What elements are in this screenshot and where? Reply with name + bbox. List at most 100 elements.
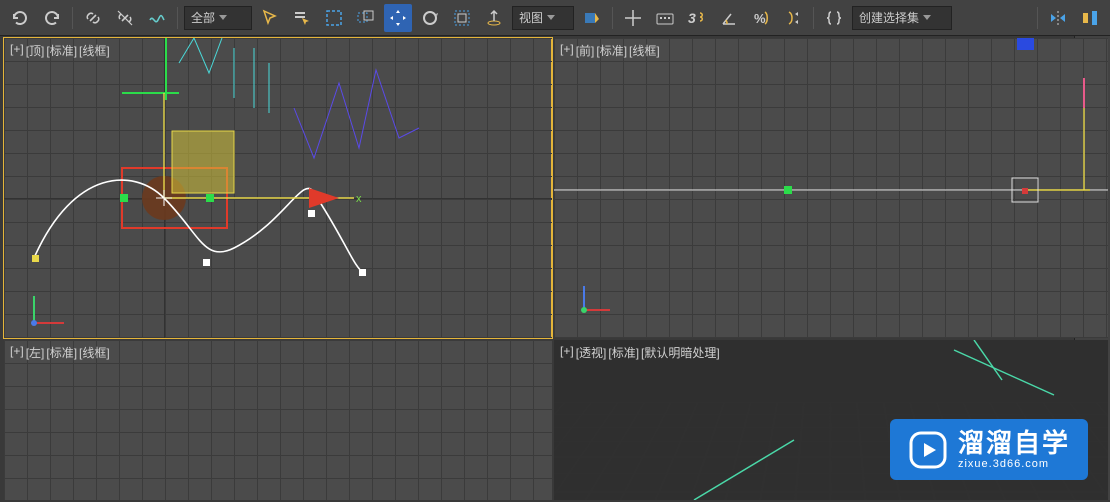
viewport-name[interactable]: [透视] xyxy=(576,344,607,361)
align-button[interactable] xyxy=(1076,4,1104,32)
snap-toggle-button[interactable]: 3 xyxy=(683,4,711,32)
viewport-shading[interactable]: [标准] xyxy=(46,42,77,59)
main-toolbar: 全部 视图 3 % xyxy=(0,0,1110,36)
scale-icon xyxy=(452,8,472,28)
viewport-perspective[interactable]: [+] [透视] [标准] [默认明暗处理] 溜溜自学 zixue.3d66.c… xyxy=(554,340,1108,500)
window-crossing-icon xyxy=(356,8,376,28)
toolbar-separator xyxy=(1037,7,1038,29)
scene-overlay xyxy=(554,38,1108,338)
rectangular-selection-button[interactable] xyxy=(320,4,348,32)
gizmo-x-label: x xyxy=(356,193,362,205)
toolbar-separator xyxy=(612,7,613,29)
toolbar-separator xyxy=(72,7,73,29)
watermark-url: zixue.3d66.com xyxy=(958,458,1070,470)
scene-object-marker xyxy=(784,186,792,194)
mirror-icon xyxy=(1048,8,1068,28)
percent-snap-icon: % xyxy=(751,8,771,28)
unlink-icon xyxy=(115,8,135,28)
selection-filter-label: 全部 xyxy=(191,9,215,26)
select-and-rotate-button[interactable] xyxy=(416,4,444,32)
angle-snap-button[interactable] xyxy=(715,4,743,32)
world-axis-gizmo xyxy=(581,286,610,313)
scene-object-marker xyxy=(1022,188,1028,194)
play-circle-icon xyxy=(908,430,948,470)
viewport-menu-toggle[interactable]: [+] xyxy=(10,344,24,361)
viewport-mode[interactable]: [线框] xyxy=(629,42,660,59)
viewport-name[interactable]: [左] xyxy=(26,344,45,361)
viewport-grid: [+] [顶] [标准] [线框] xyxy=(0,36,1110,502)
spinner-snap-icon xyxy=(783,8,803,28)
viewport-menu-toggle[interactable]: [+] xyxy=(10,42,24,59)
use-pivot-center-button[interactable] xyxy=(578,4,606,32)
spline-vertex xyxy=(359,269,366,276)
viewport-menu-toggle[interactable]: [+] xyxy=(560,42,574,59)
viewport-top[interactable]: [+] [顶] [标准] [线框] xyxy=(4,38,552,338)
link-button[interactable] xyxy=(79,4,107,32)
watermark-title: 溜溜自学 xyxy=(958,429,1070,458)
spline-vertex xyxy=(32,255,39,262)
bind-to-spacewarp-button[interactable] xyxy=(143,4,171,32)
keyboard-shortcut-override-button[interactable] xyxy=(651,4,679,32)
viewport-mode[interactable]: [线框] xyxy=(79,42,110,59)
angle-snap-icon xyxy=(719,8,739,28)
viewport-grid-bg xyxy=(4,340,552,500)
viewport-front[interactable]: [+] [前] [标准] [线框] xyxy=(554,38,1108,338)
svg-text:%: % xyxy=(754,11,766,26)
viewport-label[interactable]: [+] [前] [标准] [线框] xyxy=(560,42,660,59)
viewport-label[interactable]: [+] [透视] [标准] [默认明暗处理] xyxy=(560,344,720,361)
spacewarp-icon xyxy=(147,8,167,28)
viewport-menu-toggle[interactable]: [+] xyxy=(560,344,574,361)
percent-snap-button[interactable]: % xyxy=(747,4,775,32)
manipulate-icon xyxy=(623,8,643,28)
window-crossing-button[interactable] xyxy=(352,4,380,32)
select-and-scale-button[interactable] xyxy=(448,4,476,32)
viewport-shading[interactable]: [标准] xyxy=(46,344,77,361)
undo-button[interactable] xyxy=(6,4,34,32)
braces-icon xyxy=(824,8,844,28)
named-selection-set-label: 创建选择集 xyxy=(859,9,919,26)
scene-object-box xyxy=(1017,38,1034,50)
toolbar-separator xyxy=(813,7,814,29)
redo-icon xyxy=(42,8,62,28)
spline-vertex xyxy=(203,259,210,266)
select-by-name-button[interactable] xyxy=(288,4,316,32)
watermark-badge: 溜溜自学 zixue.3d66.com xyxy=(890,419,1088,480)
keyboard-icon xyxy=(655,8,675,28)
viewport-name[interactable]: [顶] xyxy=(26,42,45,59)
select-and-place-button[interactable] xyxy=(480,4,508,32)
scene-overlay: x xyxy=(4,38,552,338)
viewport-label[interactable]: [+] [左] [标准] [线框] xyxy=(10,344,110,361)
marquee-icon xyxy=(324,8,344,28)
reference-coord-dropdown[interactable]: 视图 xyxy=(512,6,574,30)
gizmo-handle[interactable] xyxy=(206,194,214,202)
selection-filter-dropdown[interactable]: 全部 xyxy=(184,6,252,30)
select-and-manipulate-button[interactable] xyxy=(619,4,647,32)
viewport-mode[interactable]: [线框] xyxy=(79,344,110,361)
named-selection-sets-open-button[interactable] xyxy=(820,4,848,32)
viewport-shading[interactable]: [标准] xyxy=(608,344,639,361)
world-axis-gizmo xyxy=(31,296,64,326)
viewport-label[interactable]: [+] [顶] [标准] [线框] xyxy=(10,42,110,59)
named-selection-set-dropdown[interactable]: 创建选择集 xyxy=(852,6,952,30)
scene-object-line xyxy=(954,350,1054,395)
unlink-button[interactable] xyxy=(111,4,139,32)
scene-object-line xyxy=(974,340,1002,380)
snap-3-icon: 3 xyxy=(686,8,708,28)
toolbar-separator xyxy=(177,7,178,29)
undo-icon xyxy=(10,8,30,28)
caret-down-icon xyxy=(219,15,227,20)
list-cursor-icon xyxy=(292,8,312,28)
select-object-button[interactable] xyxy=(256,4,284,32)
scene-object-line xyxy=(694,440,794,500)
spline-vertex xyxy=(308,210,315,217)
viewport-mode[interactable]: [默认明暗处理] xyxy=(641,344,720,361)
redo-button[interactable] xyxy=(38,4,66,32)
viewport-shading[interactable]: [标准] xyxy=(596,42,627,59)
gizmo-handle[interactable] xyxy=(120,194,128,202)
scene-object-polyline xyxy=(294,70,419,158)
viewport-name[interactable]: [前] xyxy=(576,42,595,59)
select-and-move-button[interactable] xyxy=(384,4,412,32)
spinner-snap-button[interactable] xyxy=(779,4,807,32)
viewport-left[interactable]: [+] [左] [标准] [线框] xyxy=(4,340,552,500)
mirror-button[interactable] xyxy=(1044,4,1072,32)
